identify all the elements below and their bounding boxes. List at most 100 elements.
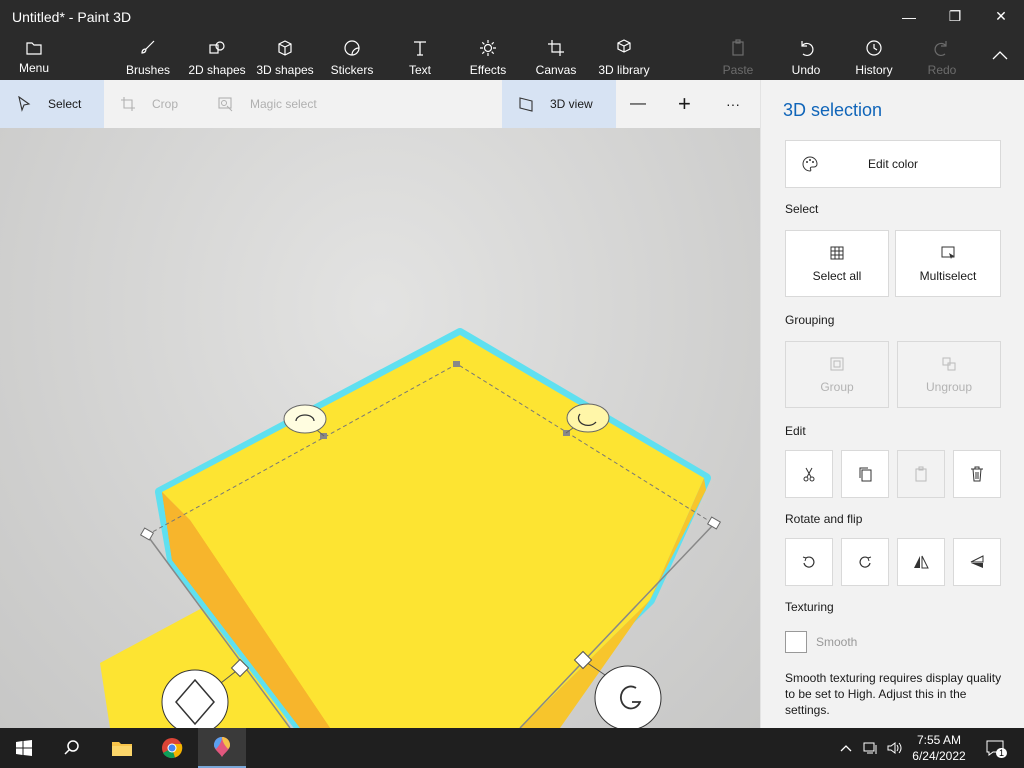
handle-top[interactable] — [453, 361, 460, 367]
undo-icon — [801, 41, 814, 57]
panel-title: 3D selection — [783, 100, 883, 120]
2d-shapes-icon — [209, 41, 225, 54]
crop-icon — [121, 97, 135, 111]
group-label: Group — [820, 379, 854, 394]
magic-select-icon — [218, 97, 233, 112]
start-button[interactable] — [0, 728, 48, 768]
copy-icon — [859, 467, 872, 482]
canvas-icon — [548, 40, 564, 56]
folder-taskbar-icon — [112, 742, 132, 756]
canvas-label: Canvas — [535, 63, 577, 77]
z-position-control[interactable] — [161, 669, 229, 728]
rotate-z-control[interactable] — [594, 665, 662, 728]
resize-handle-left[interactable] — [139, 527, 155, 541]
file-explorer-button[interactable] — [98, 728, 146, 768]
3d-library-label: 3D library — [598, 63, 650, 77]
crop-tool[interactable]: Crop — [120, 80, 200, 128]
window-title: Untitled* - Paint 3D — [12, 9, 132, 25]
crop-label: Crop — [152, 97, 179, 111]
ungroup-label: Ungroup — [925, 379, 973, 394]
flip-vertical-button[interactable] — [953, 538, 1001, 586]
sun-icon — [480, 40, 496, 56]
rotate-x-control[interactable] — [283, 404, 327, 434]
resize-handle-right[interactable] — [706, 516, 722, 530]
flip-vertical-icon — [970, 555, 984, 568]
smooth-texturing-note: Smooth texturing requires display qualit… — [785, 671, 1002, 717]
network-button[interactable] — [860, 728, 882, 768]
multiselect-icon — [941, 246, 955, 259]
3d-view-label: 3D view — [550, 97, 593, 111]
zoom-out-button[interactable]: — — [630, 80, 650, 128]
brushes-tool[interactable]: Brushes — [122, 33, 174, 80]
select-tool[interactable]: Select — [0, 80, 104, 128]
restore-button[interactable]: ❐ — [932, 0, 978, 33]
close-button[interactable]: ✕ — [978, 0, 1024, 33]
2d-shapes-tool[interactable]: 2D shapes — [186, 33, 248, 80]
more-icon: ··· — [726, 96, 740, 112]
canvas-3d[interactable] — [0, 128, 760, 728]
undo-button[interactable]: Undo — [786, 33, 826, 80]
ungroup-button[interactable]: Ungroup — [897, 341, 1001, 408]
group-button[interactable]: Group — [785, 341, 889, 408]
history-button[interactable]: History — [850, 33, 898, 80]
3d-view-toggle[interactable]: 3D view — [502, 80, 616, 128]
canvas-tool[interactable]: Canvas — [534, 33, 578, 80]
stickers-tool[interactable]: Stickers — [326, 33, 378, 80]
minimize-button[interactable]: — — [886, 0, 932, 33]
smooth-label: Smooth — [816, 635, 858, 649]
palette-icon — [802, 156, 818, 172]
paste-panel-button[interactable] — [897, 450, 945, 498]
notification-count-badge: 1 — [996, 748, 1008, 758]
folder-icon — [26, 42, 42, 55]
rotate-y-control[interactable] — [566, 403, 610, 433]
copy-button[interactable] — [841, 450, 889, 498]
scissors-icon — [803, 467, 815, 482]
chrome-button[interactable] — [148, 728, 196, 768]
history-label: History — [855, 63, 893, 77]
flip-horizontal-button[interactable] — [897, 538, 945, 586]
rotate-left-button[interactable] — [785, 538, 833, 586]
multiselect-label: Multiselect — [919, 268, 977, 283]
chrome-icon — [162, 738, 183, 759]
tool-row: Select Crop Magic select 3D view — + ··· — [0, 80, 760, 128]
paste-button[interactable]: Paste — [718, 33, 758, 80]
redo-button[interactable]: Redo — [922, 33, 962, 80]
collapse-ribbon-button[interactable] — [984, 33, 1016, 80]
3d-library-tool[interactable]: 3D library — [596, 33, 652, 80]
3d-shapes-tool[interactable]: 3D shapes — [254, 33, 316, 80]
delete-button[interactable] — [953, 450, 1001, 498]
select-label: Select — [48, 97, 82, 111]
select-all-icon — [830, 246, 844, 259]
group-icon — [830, 357, 844, 370]
paste-panel-icon — [915, 466, 927, 482]
text-tool[interactable]: Text — [402, 33, 438, 80]
clock-time: 7:55 AM — [916, 733, 962, 747]
edit-color-button[interactable]: Edit color — [785, 140, 1001, 188]
clock[interactable]: 7:55 AM 6/24/2022 — [904, 732, 974, 764]
ungroup-icon — [942, 357, 956, 370]
action-center-button[interactable]: 1 — [980, 728, 1010, 768]
magic-select-tool[interactable]: Magic select — [218, 80, 338, 128]
show-hidden-icons-button[interactable] — [836, 728, 856, 768]
effects-tool[interactable]: Effects — [466, 33, 510, 80]
smooth-checkbox[interactable] — [785, 631, 807, 653]
volume-button[interactable] — [884, 728, 906, 768]
effects-label: Effects — [469, 63, 507, 77]
chevron-up-icon — [992, 51, 1008, 60]
zoom-in-button[interactable]: + — [678, 80, 698, 128]
select-all-button[interactable]: Select all — [785, 230, 889, 297]
texturing-heading: Texturing — [785, 600, 834, 614]
menu-button[interactable]: Menu — [12, 33, 56, 80]
magic-select-label: Magic select — [250, 97, 317, 111]
search-button[interactable] — [48, 728, 96, 768]
undo-label: Undo — [791, 63, 821, 77]
paint-3d-taskbar-button[interactable] — [198, 728, 246, 768]
more-options-button[interactable]: ··· — [726, 80, 750, 128]
trash-icon — [971, 466, 983, 482]
windows-logo-icon — [16, 740, 32, 756]
multiselect-button[interactable]: Multiselect — [895, 230, 1001, 297]
rotate-right-button[interactable] — [841, 538, 889, 586]
cut-button[interactable] — [785, 450, 833, 498]
restore-icon: ❐ — [948, 8, 962, 24]
paste-icon — [732, 39, 744, 56]
